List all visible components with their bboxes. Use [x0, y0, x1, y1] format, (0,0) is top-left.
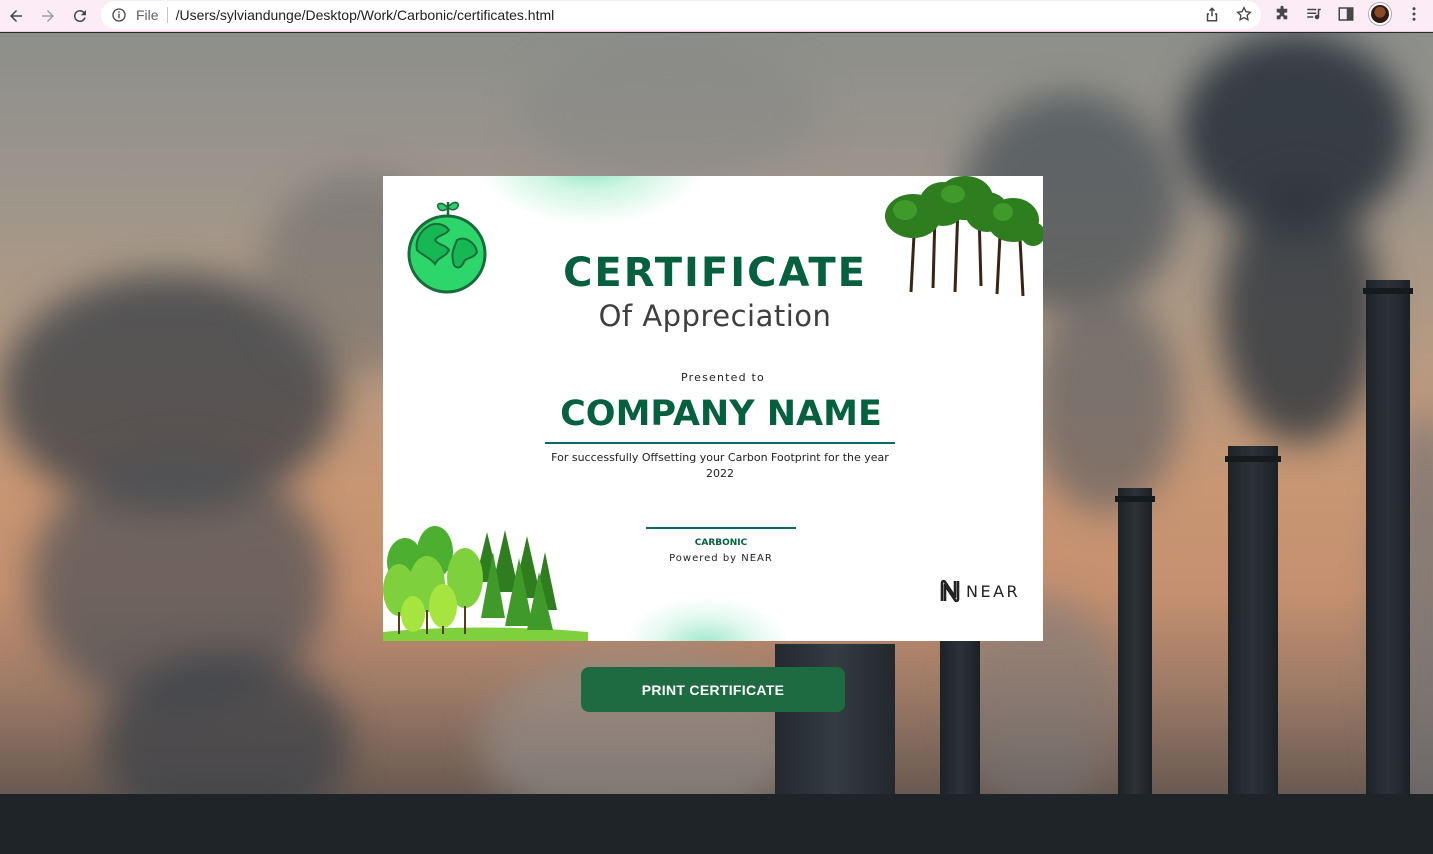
smokestack [1363, 280, 1413, 854]
share-icon[interactable] [1203, 5, 1221, 23]
signature-line [646, 527, 796, 529]
decorative-glow [621, 596, 791, 641]
puzzle-icon [1276, 5, 1288, 20]
forward-button[interactable] [32, 0, 64, 32]
near-logo: NEAR [939, 579, 1020, 603]
extensions-button[interactable] [1273, 5, 1291, 23]
forest-icon [383, 526, 588, 641]
decorative-glow [471, 176, 711, 226]
browser-toolbar: File /Users/sylviandunge/Desktop/Work/Ca… [0, 0, 1433, 32]
arrow-right-icon [42, 9, 54, 22]
side-panel-button[interactable] [1337, 5, 1355, 23]
url-text[interactable]: /Users/sylviandunge/Desktop/Work/Carboni… [176, 7, 555, 23]
kebab-menu-icon [1412, 7, 1416, 21]
divider [166, 7, 168, 23]
reload-icon [73, 9, 86, 22]
menu-button[interactable] [1405, 5, 1423, 23]
near-mark-icon [940, 579, 960, 603]
smokestack [1225, 446, 1281, 854]
near-wordmark: NEAR [966, 581, 1021, 601]
star-icon[interactable] [1235, 5, 1253, 23]
print-certificate-button[interactable]: PRINT CERTIFICATE [581, 667, 845, 712]
powered-by-text: Powered by NEAR [669, 553, 773, 564]
certificate-subtitle: Of Appreciation [598, 299, 832, 333]
certificate-description: For successfully Offsetting your Carbon … [551, 451, 889, 480]
info-icon[interactable] [111, 7, 127, 23]
reload-button[interactable] [64, 0, 96, 32]
certificate-title: CERTIFICATE [563, 250, 867, 296]
recipient-underline [545, 442, 895, 444]
arrow-left-icon [10, 9, 22, 22]
factory-silhouette [0, 794, 1433, 854]
recipient-name: COMPANY NAME [560, 394, 882, 434]
profile-avatar[interactable] [1369, 3, 1391, 25]
address-bar[interactable]: File /Users/sylviandunge/Desktop/Work/Ca… [101, 1, 1261, 29]
media-queue-icon [1307, 8, 1321, 20]
presented-to-label: Presented to [681, 371, 765, 384]
signatory-name: CARBONIC [694, 538, 748, 548]
back-button[interactable] [0, 0, 32, 32]
certificate: CERTIFICATE Of Appreciation Presented to… [383, 176, 1043, 641]
side-panel-icon [1338, 7, 1354, 21]
url-scheme-label: File [136, 7, 159, 23]
media-button[interactable] [1305, 5, 1323, 23]
